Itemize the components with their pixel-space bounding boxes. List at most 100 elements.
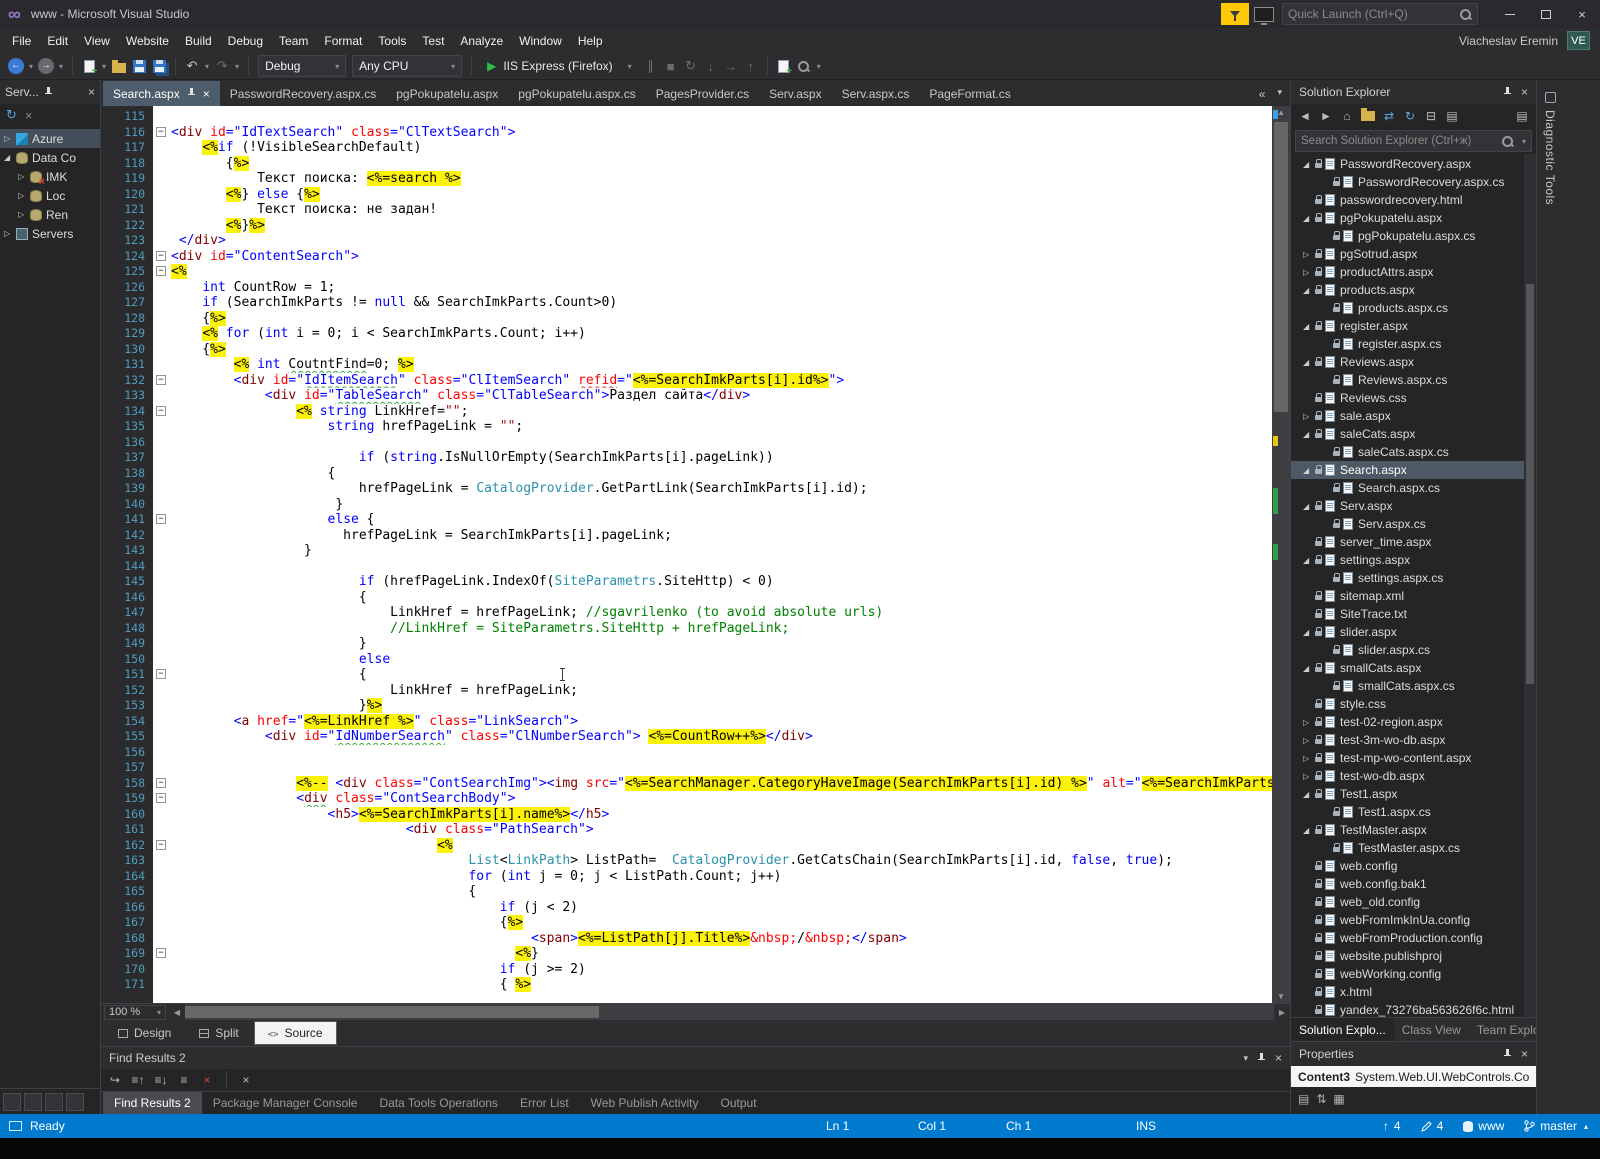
file-item[interactable]: server_time.aspx [1291, 533, 1536, 551]
file-item[interactable]: ◢ products.aspx [1291, 281, 1536, 299]
code-line[interactable]: 155 <div id="IdNumberSearch" class="ClNu… [101, 729, 1272, 745]
file-item[interactable]: sitemap.xml [1291, 587, 1536, 605]
file-item[interactable]: TestMaster.aspx.cs [1291, 839, 1536, 857]
categorized-icon[interactable]: ▤ [1298, 1092, 1309, 1106]
navigate-forward-caret-icon[interactable]: ▾ [56, 62, 66, 71]
minimize-button[interactable] [1492, 0, 1528, 28]
code-line[interactable]: 151 − { [101, 667, 1272, 683]
code-line[interactable]: 120 <%} else {%> [101, 186, 1272, 203]
find-in-files-button[interactable] [794, 55, 814, 77]
code-line[interactable]: 137 if (string.IsNullOrEmpty(SearchImkPa… [101, 450, 1272, 466]
server-explorer-tab-label[interactable]: Serv... [5, 85, 39, 99]
code-line[interactable]: 123 </div> [101, 233, 1272, 249]
file-item[interactable]: slider.aspx.cs [1291, 641, 1536, 659]
collapsed-icon[interactable]: ▷ [1303, 772, 1315, 781]
file-item[interactable]: settings.aspx.cs [1291, 569, 1536, 587]
refresh-icon[interactable]: ↻ [1403, 109, 1417, 123]
code-line[interactable]: 154 <a href="<%=LinkHref %>" class="Link… [101, 713, 1272, 730]
code-line[interactable]: 146 { [101, 590, 1272, 606]
code-line[interactable]: 125 − <% [101, 264, 1272, 280]
code-line[interactable]: 149 } [101, 636, 1272, 652]
git-incoming-commits[interactable]: ↑ 4 [1383, 1119, 1401, 1133]
expanded-icon[interactable]: ◢ [1303, 430, 1315, 439]
collapsed-icon[interactable]: ▷ [1303, 718, 1315, 727]
zoom-control[interactable]: 100 % ▾ [104, 1004, 166, 1020]
code-line[interactable]: 163 List<LinkPath> ListPath= CatalogProv… [101, 853, 1272, 869]
editor-tab[interactable]: Serv.aspx.cs [832, 81, 920, 106]
tree-item[interactable]: ◢ Data Co [0, 148, 100, 167]
editor-vertical-scrollbar[interactable]: ▲ ▼ [1272, 106, 1290, 1003]
fold-collapse-icon[interactable]: − [156, 374, 166, 385]
solution-tree-scrollbar[interactable] [1524, 154, 1536, 1017]
code-line[interactable]: 131 <% int CoutntFind=0; %> [101, 357, 1272, 373]
tab-diagnostic-tools[interactable]: Diagnostic Tools [1537, 80, 1563, 205]
menu-debug[interactable]: Debug [220, 30, 271, 52]
file-item[interactable]: ◢ Reviews.aspx [1291, 353, 1536, 371]
close-icon[interactable]: × [1521, 1047, 1528, 1061]
chevron-down-icon[interactable]: ▾ [1243, 1053, 1248, 1064]
search-icon[interactable] [1459, 8, 1472, 21]
expanded-icon[interactable]: ◢ [1303, 502, 1315, 511]
editor-tab[interactable]: Search.aspx × [103, 81, 220, 106]
fold-collapse-icon[interactable]: − [156, 669, 166, 679]
sync-with-active-document-icon[interactable]: ⇄ [1382, 109, 1396, 123]
code-line[interactable]: 168 <span><%=ListPath[j].Title%>&nbsp;/&… [101, 930, 1272, 947]
code-line[interactable]: 171 { %> [101, 977, 1272, 993]
step-into-button[interactable]: ↓ [701, 55, 721, 77]
code-line[interactable]: 166 if (j < 2) [101, 900, 1272, 916]
editor-tab[interactable]: pgPokupatelu.aspx.cs [508, 81, 645, 106]
code-line[interactable]: 141 − else { [101, 512, 1272, 528]
file-item[interactable]: ◢ saleCats.aspx [1291, 425, 1536, 443]
file-item[interactable]: Reviews.aspx.cs [1291, 371, 1536, 389]
file-item[interactable]: webFromImkInUa.config [1291, 911, 1536, 929]
menu-tools[interactable]: Tools [370, 30, 414, 52]
clear-all-icon[interactable]: × [236, 1071, 256, 1089]
pin-icon[interactable] [187, 88, 196, 99]
file-item[interactable]: products.aspx.cs [1291, 299, 1536, 317]
window-layout-icon[interactable] [24, 1092, 42, 1111]
file-item[interactable]: ▷ pgSotrud.aspx [1291, 245, 1536, 263]
file-item[interactable]: ◢ Search.aspx [1291, 461, 1536, 479]
code-line[interactable]: 129 <% for (int i = 0; i < SearchImkPart… [101, 326, 1272, 342]
menu-help[interactable]: Help [570, 30, 611, 52]
file-item[interactable]: ▷ test-wo-db.aspx [1291, 767, 1536, 785]
collapsed-icon[interactable]: ▷ [4, 134, 16, 143]
close-icon[interactable]: × [1521, 85, 1528, 99]
editor-tab[interactable]: PasswordRecovery.aspx.cs [220, 81, 387, 106]
file-item[interactable]: pgPokupatelu.aspx.cs [1291, 227, 1536, 245]
undo-caret-icon[interactable]: ▾ [202, 62, 212, 71]
code-line[interactable]: 119 Текст поиска: <%=search %> [101, 171, 1272, 187]
scrollbar-thumb[interactable] [1274, 122, 1288, 412]
hscroll-thumb[interactable] [185, 1006, 599, 1018]
file-item[interactable]: ◢ pgPokupatelu.aspx [1291, 209, 1536, 227]
expanded-icon[interactable]: ◢ [1303, 556, 1315, 565]
tab-solution-explo-[interactable]: Solution Explo... [1291, 1017, 1394, 1042]
step-over-button[interactable]: → [721, 55, 741, 77]
code-line[interactable]: 121 Текст поиска: не задан! [101, 202, 1272, 218]
tab-package-manager-console[interactable]: Package Manager Console [202, 1092, 369, 1114]
collapsed-icon[interactable]: ▷ [18, 210, 30, 219]
code-line[interactable]: 122 <%}%> [101, 217, 1272, 234]
file-item[interactable]: webFromProduction.config [1291, 929, 1536, 947]
tab-data-tools-operations[interactable]: Data Tools Operations [368, 1092, 509, 1114]
redo-button[interactable]: ↷ [212, 55, 232, 77]
expanded-icon[interactable]: ◢ [1303, 160, 1315, 169]
expanded-icon[interactable]: ◢ [4, 153, 16, 162]
collapsed-icon[interactable]: ▷ [1303, 268, 1315, 277]
code-line[interactable]: 153 }%> [101, 698, 1272, 714]
home-icon[interactable]: ⌂ [1340, 109, 1354, 123]
collapsed-icon[interactable]: ▷ [1303, 250, 1315, 259]
goto-location-icon[interactable]: ↪ [105, 1071, 125, 1089]
code-line[interactable]: 169 − <%} [101, 946, 1272, 962]
navigate-back-caret-icon[interactable]: ▾ [26, 62, 36, 71]
fold-collapse-icon[interactable]: − [156, 126, 166, 137]
code-line[interactable]: 159 − <div class="ContSearchBody"> [101, 791, 1272, 807]
maximize-button[interactable] [1528, 0, 1564, 28]
save-button[interactable] [129, 55, 149, 77]
pin-icon[interactable] [44, 86, 53, 98]
preview-changes-button[interactable] [774, 55, 794, 77]
expanded-icon[interactable]: ◢ [1303, 214, 1315, 223]
file-item[interactable]: ◢ register.aspx [1291, 317, 1536, 335]
window-layout-icon[interactable] [66, 1092, 84, 1111]
file-item[interactable]: Reviews.css [1291, 389, 1536, 407]
